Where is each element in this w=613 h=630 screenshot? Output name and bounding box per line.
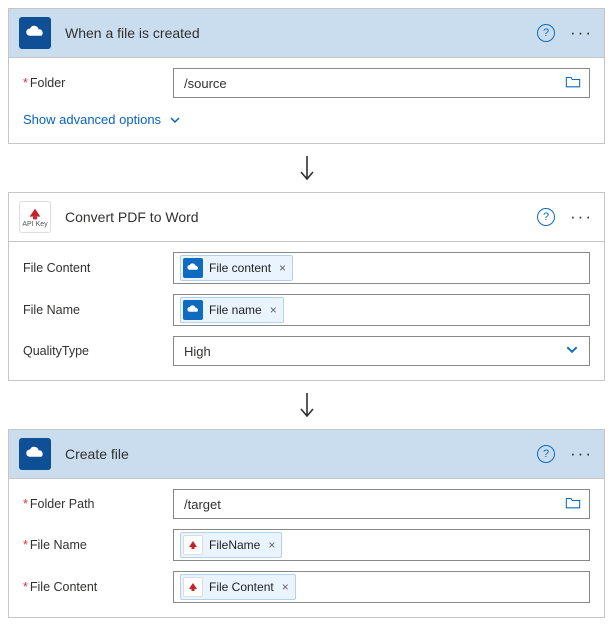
token-remove-icon[interactable]: ×	[270, 303, 277, 317]
file-name-input[interactable]: File name ×	[173, 294, 590, 326]
onedrive-icon	[19, 17, 51, 49]
flow-arrow	[8, 385, 605, 429]
onedrive-icon	[19, 438, 51, 470]
step2-header[interactable]: API Key Convert PDF to Word ? ···	[9, 193, 604, 242]
file-name-input[interactable]: FileName ×	[173, 529, 590, 561]
more-menu-icon[interactable]: ···	[569, 212, 594, 222]
chevron-down-icon	[169, 114, 181, 126]
step3-title: Create file	[65, 446, 537, 462]
token-remove-icon[interactable]: ×	[282, 580, 289, 594]
file-content-token[interactable]: File content ×	[180, 255, 293, 281]
flow-arrow	[8, 148, 605, 192]
help-icon[interactable]: ?	[537, 24, 555, 42]
file-content-input[interactable]: File Content ×	[173, 571, 590, 603]
token-remove-icon[interactable]: ×	[268, 538, 275, 552]
step1-body: *Folder /source Show advanced options	[9, 58, 604, 143]
chevron-down-icon	[565, 343, 579, 360]
step3-header[interactable]: Create file ? ···	[9, 430, 604, 479]
more-menu-icon[interactable]: ···	[569, 28, 594, 38]
step1-header[interactable]: When a file is created ? ···	[9, 9, 604, 58]
file-content-input[interactable]: File content ×	[173, 252, 590, 284]
show-advanced-options[interactable]: Show advanced options	[23, 108, 181, 129]
step-convert-pdf-to-word: API Key Convert PDF to Word ? ··· File C…	[8, 192, 605, 381]
onedrive-icon	[183, 300, 203, 320]
step3-body: *Folder Path /target *File Name FileName	[9, 479, 604, 617]
help-icon[interactable]: ?	[537, 445, 555, 463]
file-name-token[interactable]: File name ×	[180, 297, 284, 323]
folder-picker-icon[interactable]	[565, 496, 581, 513]
file-content-label: File Content	[23, 261, 173, 275]
folder-picker-icon[interactable]	[565, 75, 581, 92]
token-remove-icon[interactable]: ×	[279, 261, 286, 275]
folder-path-label: *Folder Path	[23, 497, 173, 511]
file-content-token[interactable]: File Content ×	[180, 574, 296, 600]
apikey-icon	[183, 535, 203, 555]
step-create-file: Create file ? ··· *Folder Path /target *…	[8, 429, 605, 618]
step2-title: Convert PDF to Word	[65, 209, 537, 225]
quality-type-select[interactable]: High	[173, 336, 590, 366]
apikey-icon: API Key	[19, 201, 51, 233]
file-content-label: *File Content	[23, 580, 173, 594]
quality-type-label: QualityType	[23, 344, 173, 358]
folder-input[interactable]: /source	[173, 68, 590, 98]
help-icon[interactable]: ?	[537, 208, 555, 226]
step-when-file-created: When a file is created ? ··· *Folder /so…	[8, 8, 605, 144]
apikey-icon	[183, 577, 203, 597]
folder-path-input[interactable]: /target	[173, 489, 590, 519]
folder-label: *Folder	[23, 76, 173, 90]
file-name-label: File Name	[23, 303, 173, 317]
file-name-token[interactable]: FileName ×	[180, 532, 282, 558]
file-name-label: *File Name	[23, 538, 173, 552]
step2-body: File Content File content × File Name	[9, 242, 604, 380]
onedrive-icon	[183, 258, 203, 278]
step1-title: When a file is created	[65, 25, 537, 41]
more-menu-icon[interactable]: ···	[569, 449, 594, 459]
